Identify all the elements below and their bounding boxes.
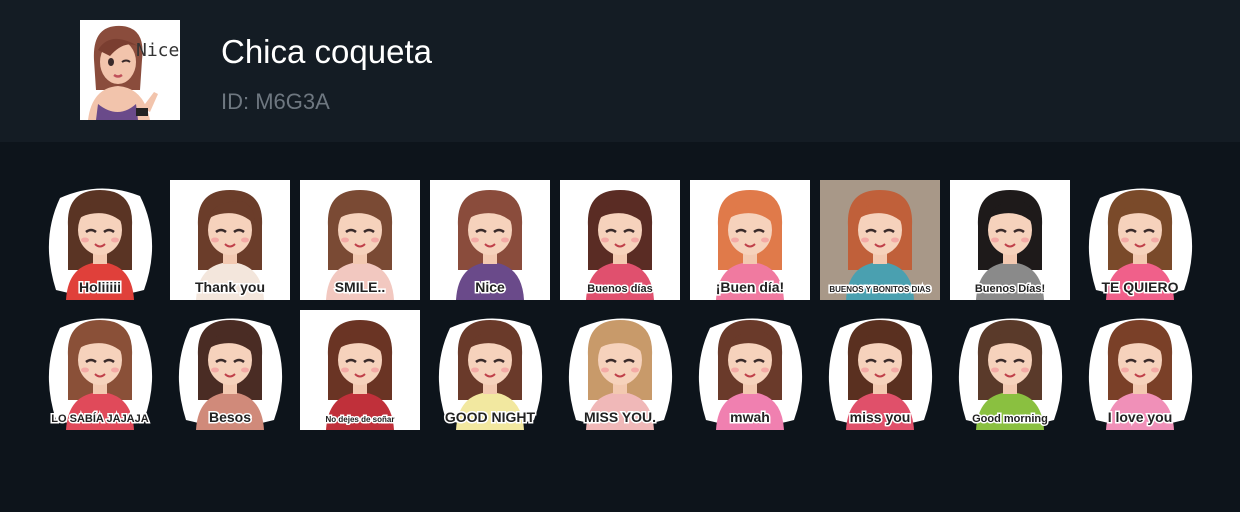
- sticker-caption: MISS YOU.: [584, 409, 656, 425]
- sticker-illustration: ¡Buen día!: [690, 180, 810, 300]
- sticker-illustration: Good morning: [958, 318, 1063, 430]
- sticker-illustration: TE QUIERO: [1088, 188, 1193, 300]
- sticker-mwah[interactable]: mwah: [690, 310, 810, 430]
- sticker-caption: LO SABÍA JAJAJA: [51, 412, 148, 425]
- sticker-nice[interactable]: Nice: [430, 180, 550, 300]
- sticker-holiiii[interactable]: Holiiiii: [40, 180, 160, 300]
- sticker-caption: Buenos Días!: [975, 283, 1045, 295]
- sticker-caption: SMILE..: [335, 279, 386, 295]
- sticker-good-night[interactable]: GOOD NIGHT: [430, 310, 550, 430]
- woman-avatar-icon: [80, 20, 180, 120]
- sticker-caption: No dejes de soñar: [326, 415, 395, 424]
- pack-title: Chica coqueta: [221, 33, 432, 70]
- sticker-illustration: GOOD NIGHT: [438, 318, 543, 430]
- sticker-caption: GOOD NIGHT: [445, 409, 536, 425]
- pack-header: Nice Chica coqueta ID: M6G3A: [0, 0, 1240, 142]
- sticker-illustration: Nice: [430, 180, 550, 300]
- sticker-grid: Holiiiii Thank you SMILE.. Nice Buenos días ¡…: [40, 180, 1200, 430]
- sticker-caption: Good morning: [972, 413, 1048, 425]
- sticker-caption: Besos: [209, 409, 251, 425]
- sticker-illustration: BUENOS Y BONITOS DIAS: [820, 180, 940, 300]
- sticker-caption: miss you: [850, 409, 911, 425]
- sticker-illustration: I love you: [1088, 318, 1193, 430]
- sticker-illustration: SMILE..: [300, 180, 420, 300]
- pack-icon-image[interactable]: Nice: [80, 20, 180, 120]
- sticker-caption: Thank you: [195, 279, 265, 295]
- sticker-no-dejes-de-sonar[interactable]: No dejes de soñar: [300, 310, 420, 430]
- sticker-caption: ¡Buen día!: [716, 279, 784, 295]
- sticker-besos[interactable]: Besos: [170, 310, 290, 430]
- sticker-illustration: MISS YOU.: [568, 318, 673, 430]
- sticker-caption: TE QUIERO: [1101, 279, 1178, 295]
- sticker-caption: Buenos días: [587, 283, 652, 295]
- sticker-caption: BUENOS Y BONITOS DIAS: [829, 285, 931, 294]
- sticker-caption: Nice: [475, 279, 505, 295]
- sticker-illustration: mwah: [698, 318, 803, 430]
- sticker-illustration: LO SABÍA JAJAJA: [48, 318, 153, 430]
- sticker-hola-buen-dia[interactable]: ¡Buen día!: [690, 180, 810, 300]
- pack-icon-caption: Nice: [136, 40, 180, 61]
- sticker-illustration: miss you: [828, 318, 933, 430]
- sticker-i-love-you[interactable]: I love you: [1080, 310, 1200, 430]
- sticker-buenos-dias-scarf[interactable]: Buenos Días!: [950, 180, 1070, 300]
- sticker-illustration: No dejes de soñar: [300, 310, 420, 430]
- sticker-illustration: Buenos Días!: [950, 180, 1070, 300]
- sticker-caption: I love you: [1108, 409, 1173, 425]
- sticker-illustration: Holiiiii: [48, 188, 153, 300]
- sticker-smile[interactable]: SMILE..: [300, 180, 420, 300]
- sticker-illustration: Besos: [178, 318, 283, 430]
- sticker-illustration: Thank you: [170, 180, 290, 300]
- pack-id: ID: M6G3A: [221, 89, 330, 114]
- sticker-te-quiero[interactable]: TE QUIERO: [1080, 180, 1200, 300]
- sticker-illustration: Buenos días: [560, 180, 680, 300]
- sticker-lo-sabia-jajaja[interactable]: LO SABÍA JAJAJA: [40, 310, 160, 430]
- sticker-caption: Holiiiii: [79, 279, 121, 295]
- sticker-miss-you-blonde[interactable]: MISS YOU.: [560, 310, 680, 430]
- sticker-good-morning[interactable]: Good morning: [950, 310, 1070, 430]
- sticker-buenos-y-bonitos-dias[interactable]: BUENOS Y BONITOS DIAS: [820, 180, 940, 300]
- sticker-caption: mwah: [730, 409, 770, 425]
- sticker-miss-you[interactable]: miss you: [820, 310, 940, 430]
- sticker-thank-you[interactable]: Thank you: [170, 180, 290, 300]
- sticker-buenos-dias[interactable]: Buenos días: [560, 180, 680, 300]
